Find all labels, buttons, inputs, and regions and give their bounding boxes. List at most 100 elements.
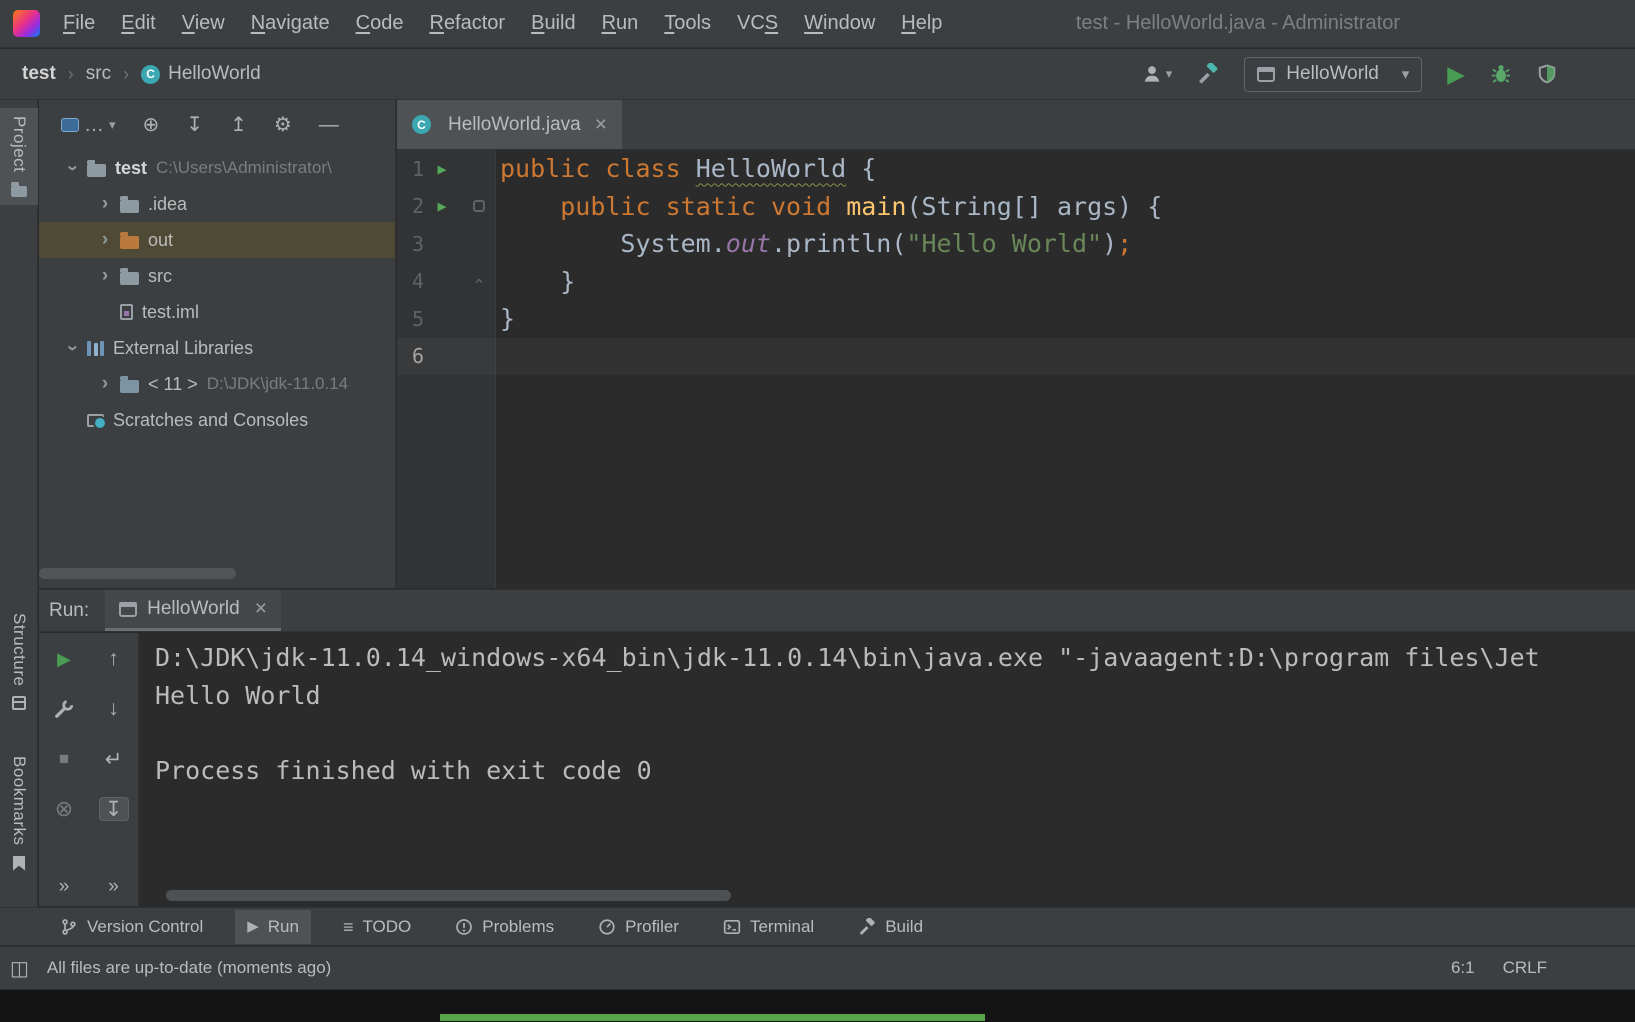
code-line-2[interactable]: 2 ▶ public static void main(String[] args… xyxy=(397,188,1635,226)
sidebar-item-bookmarks[interactable]: Bookmarks xyxy=(0,748,38,879)
run-line-icon[interactable]: ▶ xyxy=(424,197,460,215)
collapse-all-button[interactable]: ↥ xyxy=(230,115,247,135)
chevron-right-icon[interactable]: › xyxy=(90,193,120,215)
console-line: Hello World xyxy=(155,680,321,710)
soft-wrap-button[interactable]: ↵ xyxy=(99,747,129,771)
sidebar-item-project[interactable]: Project xyxy=(0,108,38,206)
stop-button[interactable]: ■ xyxy=(49,747,79,771)
project-horizontal-scrollbar[interactable] xyxy=(39,568,236,579)
tree-item-scratches-and-consoles[interactable]: Scratches and Consoles xyxy=(39,402,395,438)
more-actions-button[interactable]: » xyxy=(59,876,70,898)
terminal-icon xyxy=(723,918,741,936)
run-toolbar-secondary: ↑ ↓ ↵ ↧ » xyxy=(89,633,139,906)
user-profile-button[interactable]: ▾ xyxy=(1141,63,1172,85)
bottom-green-bar xyxy=(440,1014,985,1021)
toolwindow-problems[interactable]: Problems xyxy=(443,910,566,944)
menu-vcs[interactable]: VCS xyxy=(724,12,791,35)
caret-position[interactable]: 6:1 xyxy=(1451,958,1475,978)
project-view-selector[interactable]: … ▾ xyxy=(61,115,116,135)
menu-help[interactable]: Help xyxy=(888,12,955,35)
chevron-down-icon[interactable]: › xyxy=(61,153,83,183)
kill-process-button[interactable]: ⊗ xyxy=(49,796,79,821)
breadcrumb-test[interactable]: test xyxy=(22,63,56,85)
run-with-coverage-button[interactable] xyxy=(1537,63,1557,85)
toolwindow-label: Problems xyxy=(482,916,555,936)
tree-item--11-[interactable]: › < 11 > D:\JDK\jdk-11.0.14 xyxy=(39,366,395,402)
code-line-6[interactable]: 6 xyxy=(397,338,1635,376)
rerun-button[interactable]: ▶ xyxy=(49,647,79,671)
fold-start-icon[interactable] xyxy=(460,200,498,213)
menu-refactor[interactable]: Refactor xyxy=(416,12,518,35)
chevron-right-icon[interactable]: › xyxy=(90,265,120,287)
up-stack-trace-button[interactable]: ↑ xyxy=(99,647,129,671)
scroll-to-end-button[interactable]: ↧ xyxy=(98,797,129,821)
toolwindow-version-control[interactable]: Version Control xyxy=(48,910,215,944)
menu-tools[interactable]: Tools xyxy=(651,12,724,35)
tree-item--idea[interactable]: › .idea xyxy=(39,186,395,222)
tree-item-src[interactable]: › src xyxy=(39,258,395,294)
menu-view[interactable]: View xyxy=(169,12,238,35)
code-line-3[interactable]: 3 System.out.println("Hello World"); xyxy=(397,225,1635,263)
run-panel-body: ▶ ■ ⊗ » ↑ ↓ ↵ ↧ » D:\JDK\jdk-11.0.14_win… xyxy=(39,633,1635,906)
run-config-select[interactable]: HelloWorld ▾ xyxy=(1244,56,1423,92)
run-panel-header: Run: HelloWorld × xyxy=(39,590,1635,632)
menu-build[interactable]: Build xyxy=(518,12,588,35)
breadcrumb-helloworld[interactable]: C HelloWorld xyxy=(141,63,261,85)
ide-window: File Edit View Navigate Code Refactor Build Run… xyxy=(0,0,1635,1022)
tree-item-out[interactable]: › out xyxy=(39,222,395,258)
code-line-5[interactable]: 5} xyxy=(397,300,1635,338)
run-console-output[interactable]: D:\JDK\jdk-11.0.14_windows-x64_bin\jdk-1… xyxy=(139,633,1635,906)
code-editor[interactable]: 1 ▶ public class HelloWorld {2 ▶ public sta… xyxy=(397,150,1635,375)
tree-item-external-libraries[interactable]: › External Libraries xyxy=(39,330,395,366)
menu-mnemonic: N xyxy=(250,12,266,34)
status-message[interactable]: All files are up-to-date (moments ago) xyxy=(47,958,331,978)
down-stack-trace-button[interactable]: ↓ xyxy=(99,697,129,721)
chevron-right-icon[interactable]: › xyxy=(90,373,120,395)
close-icon[interactable]: × xyxy=(595,113,607,137)
expand-all-button[interactable]: ↧ xyxy=(186,115,203,135)
chevron-down-icon[interactable]: › xyxy=(61,333,83,363)
menu-navigate[interactable]: Navigate xyxy=(238,12,343,35)
branch-icon xyxy=(60,918,78,936)
menu-code[interactable]: Code xyxy=(343,12,417,35)
settings-gear-button[interactable]: ⚙ xyxy=(274,115,292,135)
select-opened-file-button[interactable]: ⊕ xyxy=(143,115,160,135)
menu-edit[interactable]: Edit xyxy=(108,12,168,35)
toolwindow-profiler[interactable]: Profiler xyxy=(586,910,691,944)
menu-window[interactable]: Window xyxy=(791,12,888,35)
run-tab-helloworld[interactable]: HelloWorld × xyxy=(105,590,281,631)
tree-item-test[interactable]: › test C:\Users\Administrator\ xyxy=(39,150,395,186)
fold-end-icon[interactable]: › xyxy=(460,271,498,291)
menu-run[interactable]: Run xyxy=(589,12,652,35)
toolwindow-build[interactable]: Build xyxy=(846,910,935,944)
menu-mnemonic: T xyxy=(664,12,675,34)
toolwindow-terminal[interactable]: Terminal xyxy=(711,910,826,944)
breadcrumb-src[interactable]: src xyxy=(86,63,111,85)
run-line-icon[interactable]: ▶ xyxy=(424,160,460,178)
excluded-folder-icon xyxy=(120,231,139,249)
breadcrumb-separator: › xyxy=(67,63,74,84)
tab-helloworld-java[interactable]: C HelloWorld.java × xyxy=(397,100,622,149)
close-icon[interactable]: × xyxy=(255,597,267,621)
run-button[interactable]: ▶ xyxy=(1447,62,1465,86)
chevron-right-icon[interactable]: › xyxy=(90,229,120,251)
debug-button[interactable] xyxy=(1490,63,1512,85)
menu-file[interactable]: File xyxy=(50,12,108,35)
line-ending-indicator[interactable]: CRLF xyxy=(1503,958,1547,978)
more-actions-button[interactable]: » xyxy=(108,876,119,898)
code-line-4[interactable]: 4 › } xyxy=(397,263,1635,301)
tree-item-test-iml[interactable]: test.iml xyxy=(39,294,395,330)
console-horizontal-scrollbar[interactable] xyxy=(166,890,731,901)
toolwindow-todo[interactable]: ≡ TODO xyxy=(331,910,423,944)
line-number: 3 xyxy=(411,231,424,256)
layout-icon[interactable]: ◫ xyxy=(10,956,29,981)
build-project-button[interactable] xyxy=(1197,63,1219,85)
editor-area[interactable]: C HelloWorld.java × 1 ▶ public class Hello… xyxy=(397,100,1635,588)
folder-icon xyxy=(11,182,27,198)
code-line-1[interactable]: 1 ▶ public class HelloWorld { xyxy=(397,150,1635,188)
sidebar-item-structure[interactable]: Structure xyxy=(0,605,38,718)
menu-mnemonic: R xyxy=(601,12,617,34)
hide-panel-button[interactable]: — xyxy=(319,115,339,135)
toolwindow-run[interactable]: ▶ Run xyxy=(235,909,311,944)
run-settings-button[interactable] xyxy=(49,697,79,721)
